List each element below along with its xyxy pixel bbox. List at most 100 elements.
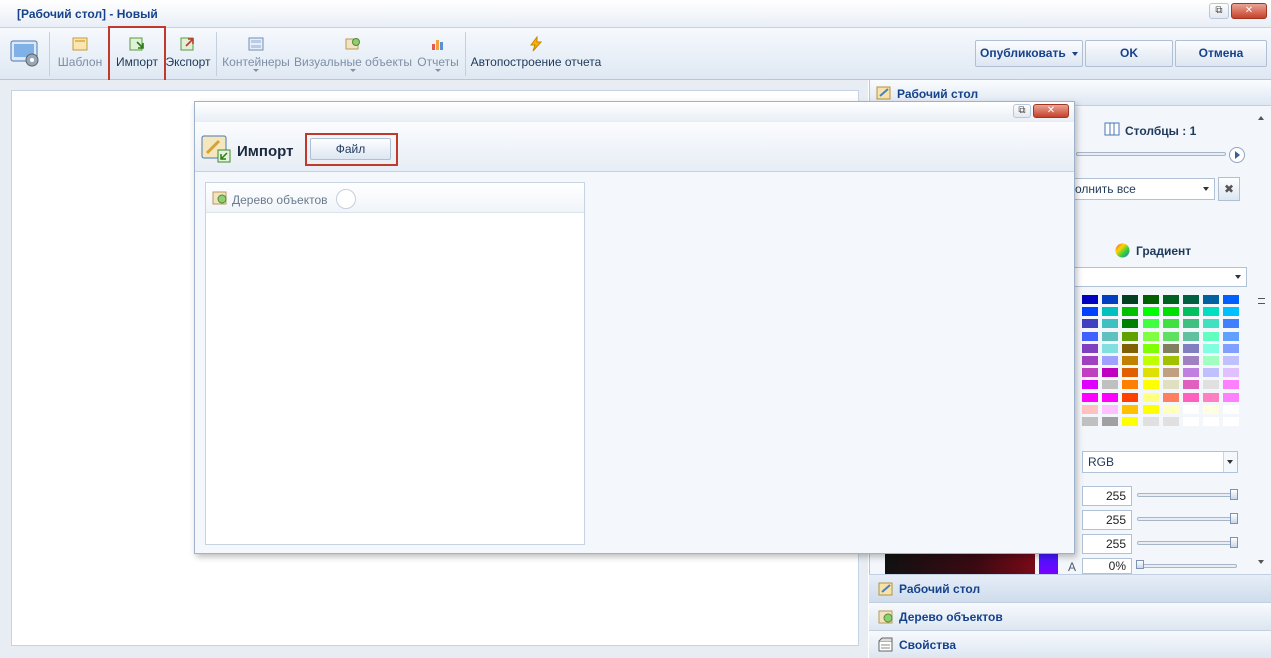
- green-value-input[interactable]: 255: [1082, 510, 1132, 530]
- color-swatch[interactable]: [1162, 319, 1179, 329]
- color-swatch[interactable]: [1122, 331, 1139, 341]
- alpha-value-input[interactable]: 0%: [1082, 558, 1132, 574]
- color-swatch[interactable]: [1162, 331, 1179, 341]
- color-swatch[interactable]: [1223, 417, 1240, 426]
- color-swatch[interactable]: [1223, 307, 1240, 317]
- color-swatch[interactable]: [1162, 392, 1179, 402]
- color-swatch[interactable]: [1082, 295, 1098, 304]
- color-swatch[interactable]: [1223, 380, 1240, 390]
- color-swatch[interactable]: [1162, 417, 1179, 426]
- color-swatch[interactable]: [1183, 417, 1199, 426]
- color-swatch[interactable]: [1102, 404, 1119, 414]
- color-swatch[interactable]: [1203, 331, 1220, 341]
- publish-button[interactable]: Опубликовать: [975, 40, 1083, 67]
- dialog-restore-button[interactable]: ⧉: [1013, 104, 1031, 118]
- color-swatch[interactable]: [1203, 295, 1220, 304]
- export-button[interactable]: Экспорт: [164, 28, 212, 80]
- blue-slider[interactable]: [1137, 541, 1237, 545]
- fill-mode-combo[interactable]: олнить все: [1070, 178, 1215, 200]
- color-swatch[interactable]: [1102, 356, 1119, 365]
- color-swatch[interactable]: [1082, 380, 1098, 390]
- color-swatch[interactable]: [1142, 356, 1159, 365]
- accordion-object-tree[interactable]: Дерево объектов: [869, 602, 1271, 630]
- alpha-slider[interactable]: [1137, 564, 1237, 568]
- app-menu-button[interactable]: [6, 28, 44, 80]
- green-slider-thumb[interactable]: [1230, 513, 1238, 524]
- color-swatch[interactable]: [1203, 319, 1220, 329]
- reports-button[interactable]: Отчеты: [415, 28, 461, 80]
- columns-slider-next-button[interactable]: [1229, 147, 1245, 163]
- color-swatch[interactable]: [1142, 295, 1159, 304]
- color-swatch[interactable]: [1183, 343, 1199, 353]
- auto-build-report-button[interactable]: Автопостроение отчета: [470, 28, 602, 80]
- color-swatch[interactable]: [1142, 380, 1159, 390]
- color-swatch[interactable]: [1183, 380, 1199, 390]
- dialog-close-button[interactable]: ✕: [1033, 104, 1069, 118]
- color-swatch[interactable]: [1223, 295, 1240, 304]
- color-swatch[interactable]: [1142, 417, 1159, 426]
- color-swatch[interactable]: [1223, 368, 1240, 378]
- accordion-desktop[interactable]: Рабочий стол: [869, 574, 1271, 602]
- color-spectrum-box[interactable]: [885, 552, 1035, 574]
- color-swatch[interactable]: [1082, 404, 1098, 414]
- color-swatch[interactable]: [1122, 417, 1139, 426]
- color-swatch[interactable]: [1183, 356, 1199, 365]
- color-swatch[interactable]: [1082, 392, 1098, 402]
- restore-window-button[interactable]: ⧉: [1209, 3, 1229, 19]
- color-swatch[interactable]: [1183, 368, 1199, 378]
- blue-value-input[interactable]: 255: [1082, 534, 1132, 554]
- color-swatch[interactable]: [1183, 295, 1199, 304]
- color-swatch[interactable]: [1162, 368, 1179, 378]
- red-slider[interactable]: [1137, 493, 1237, 497]
- color-swatch[interactable]: [1162, 356, 1179, 365]
- visual-objects-button[interactable]: Визуальные объекты: [294, 28, 412, 80]
- containers-button[interactable]: Контейнеры: [221, 28, 291, 80]
- ok-button[interactable]: OK: [1085, 40, 1173, 67]
- color-swatch[interactable]: [1223, 343, 1240, 353]
- hue-strip[interactable]: [1039, 552, 1058, 574]
- color-swatch[interactable]: [1082, 343, 1098, 353]
- color-swatch[interactable]: [1142, 343, 1159, 353]
- color-swatch[interactable]: [1102, 319, 1119, 329]
- clear-fill-button[interactable]: ✖: [1218, 177, 1240, 201]
- color-swatch[interactable]: [1102, 417, 1119, 426]
- color-swatch[interactable]: [1122, 380, 1139, 390]
- color-swatch[interactable]: [1183, 319, 1199, 329]
- color-swatch[interactable]: [1183, 404, 1199, 414]
- red-value-input[interactable]: 255: [1082, 486, 1132, 506]
- color-swatch[interactable]: [1223, 392, 1240, 402]
- color-swatch[interactable]: [1203, 404, 1220, 414]
- color-swatch[interactable]: [1183, 392, 1199, 402]
- red-slider-thumb[interactable]: [1230, 489, 1238, 500]
- color-swatch[interactable]: [1203, 417, 1220, 426]
- color-swatch[interactable]: [1162, 343, 1179, 353]
- color-swatch[interactable]: [1223, 356, 1240, 365]
- blue-slider-thumb[interactable]: [1230, 537, 1238, 548]
- color-swatch[interactable]: [1203, 356, 1220, 365]
- color-swatch[interactable]: [1082, 319, 1098, 329]
- color-swatch[interactable]: [1122, 307, 1139, 317]
- color-swatch[interactable]: [1142, 404, 1159, 414]
- color-swatch[interactable]: [1122, 319, 1139, 329]
- color-swatch[interactable]: [1142, 368, 1159, 378]
- color-swatch[interactable]: [1102, 392, 1119, 402]
- color-swatch[interactable]: [1122, 343, 1139, 353]
- color-swatch[interactable]: [1203, 343, 1220, 353]
- accordion-properties[interactable]: Свойства: [869, 630, 1271, 658]
- color-swatch[interactable]: [1142, 319, 1159, 329]
- cancel-button[interactable]: Отмена: [1175, 40, 1267, 67]
- color-swatch[interactable]: [1203, 380, 1220, 390]
- color-swatch[interactable]: [1102, 331, 1119, 341]
- right-panel-scrollbar[interactable]: [1254, 110, 1268, 572]
- color-swatch[interactable]: [1223, 319, 1240, 329]
- color-swatch[interactable]: [1102, 380, 1119, 390]
- color-swatch[interactable]: [1102, 295, 1119, 304]
- color-swatch[interactable]: [1142, 307, 1159, 317]
- template-button[interactable]: Шаблон: [55, 28, 105, 80]
- color-swatch[interactable]: [1203, 368, 1220, 378]
- color-swatch[interactable]: [1203, 392, 1220, 402]
- color-swatch[interactable]: [1223, 331, 1240, 341]
- color-swatch[interactable]: [1223, 404, 1240, 414]
- color-swatch[interactable]: [1162, 307, 1179, 317]
- color-swatch[interactable]: [1102, 307, 1119, 317]
